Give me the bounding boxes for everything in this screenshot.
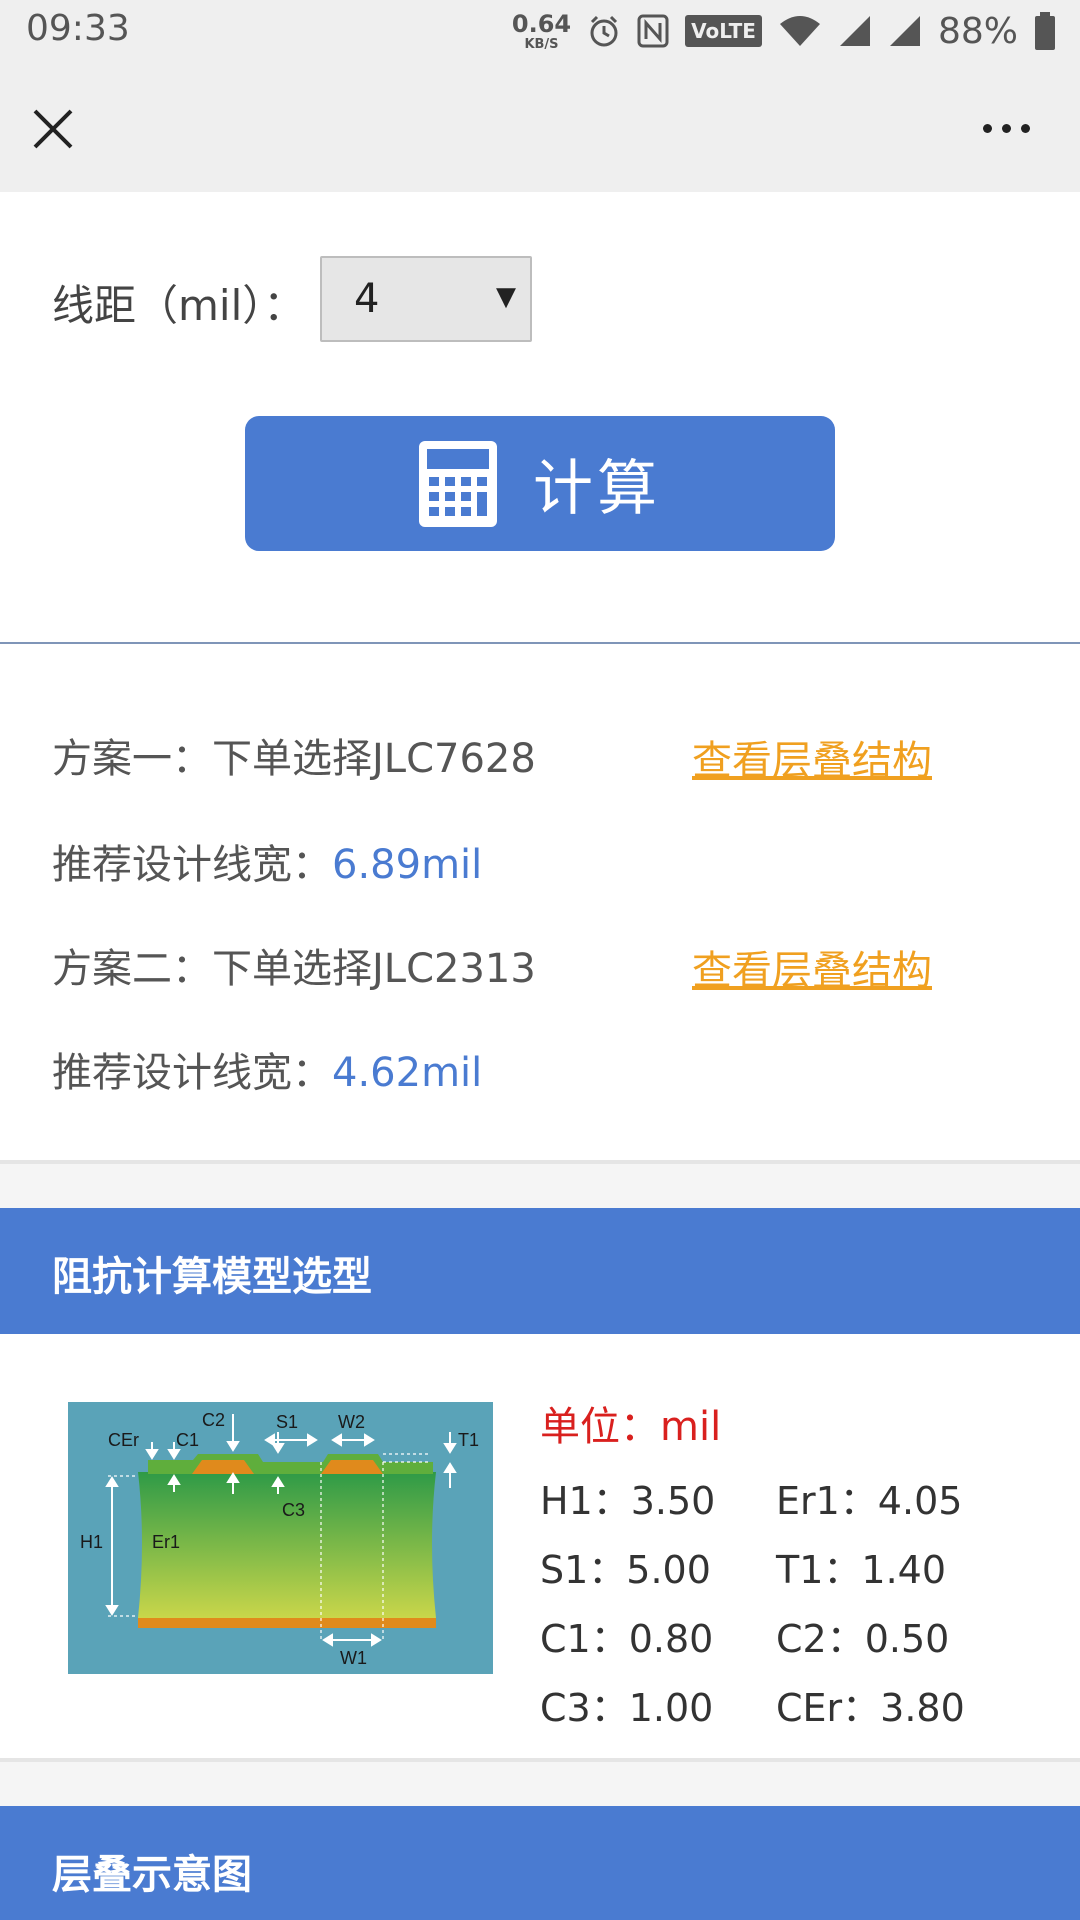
diagram-label-cer: CEr [108, 1430, 139, 1450]
diagram-label-er1: Er1 [152, 1532, 180, 1552]
spacing-select-value: 4 [354, 276, 380, 322]
calculate-label: 计算 [533, 454, 661, 524]
more-dot [1021, 124, 1030, 133]
model-params: 单位：mil H1：3.50 Er1：4.05 S1：5.00 T1：1.40 … [540, 1394, 1012, 1746]
diagram-label-c1: C1 [176, 1430, 199, 1450]
plan2-width: 推荐设计线宽：4.62mil [52, 1040, 482, 1098]
params-row: H1：3.50 Er1：4.05 [540, 1470, 1012, 1539]
model-section-title: 阻抗计算模型选型 [52, 1254, 372, 1300]
more-dot [1002, 124, 1011, 133]
battery-icon [1035, 12, 1055, 50]
network-speed-unit: KB/S [524, 36, 559, 52]
volte-badge: VoLTE [685, 15, 762, 47]
params-row: S1：5.00 T1：1.40 [540, 1539, 1012, 1608]
plan1-text: 方案一：下单选择JLC7628 [52, 736, 536, 782]
network-speed: 0.64 KB/S [512, 12, 571, 51]
section-separator [0, 1758, 1080, 1806]
param-c3: C3：1.00 [540, 1686, 714, 1730]
diagram-label-w2: W2 [338, 1412, 365, 1432]
dropdown-arrow-icon: ▼ [496, 282, 516, 312]
plan2-width-value: 4.62mil [332, 1050, 483, 1096]
plan2-width-label: 推荐设计线宽： [52, 1050, 332, 1096]
spacing-label: 线距（mil）： [52, 281, 306, 330]
diagram-label-h1: H1 [80, 1532, 103, 1552]
more-dots-icon[interactable] [983, 124, 1030, 133]
param-cer: CEr：3.80 [776, 1686, 965, 1730]
spacing-select[interactable]: 4 ▼ [320, 256, 532, 342]
stack-section-header: 层叠示意图 [0, 1806, 1080, 1920]
param-s1: S1：5.00 [540, 1548, 711, 1592]
calculate-button[interactable]: 计算 [245, 416, 835, 551]
diagram-label-c3: C3 [282, 1500, 305, 1520]
divider [0, 642, 1080, 644]
calculator-icon [419, 440, 497, 527]
params-row: C1：0.80 C2：0.50 [540, 1608, 1012, 1677]
model-section-header: 阻抗计算模型选型 [0, 1208, 1080, 1334]
alarm-icon [590, 15, 618, 47]
diagram-label-s1: S1 [276, 1412, 298, 1432]
param-h1: H1：3.50 [540, 1479, 716, 1523]
diagram-label-c2: C2 [202, 1410, 225, 1430]
param-c2: C2：0.50 [776, 1617, 950, 1661]
plan2-text: 方案二：下单选择JLC2313 [52, 946, 536, 992]
title-bar [0, 62, 1080, 192]
status-bar: 09:33 0.64 KB/S VoLTE 88% [0, 0, 1080, 62]
signal-icon-2 [889, 16, 920, 46]
plan1-width: 推荐设计线宽：6.89mil [52, 832, 482, 890]
params-table: H1：3.50 Er1：4.05 S1：5.00 T1：1.40 C1：0.80… [540, 1470, 1012, 1746]
nfc-icon [637, 14, 669, 48]
plan1-width-value: 6.89mil [332, 842, 483, 888]
diagram-label-t1: T1 [458, 1430, 479, 1450]
params-row: C3：1.00 CEr：3.80 [540, 1677, 1012, 1746]
stack-section-title: 层叠示意图 [52, 1852, 252, 1898]
plan1-width-label: 推荐设计线宽： [52, 842, 332, 888]
plan1-view-stack-link[interactable]: 查看层叠结构 [692, 728, 932, 786]
wifi-icon [779, 16, 820, 46]
signal-icon [839, 16, 870, 46]
unit-label: 单位：mil [540, 1404, 722, 1450]
more-dot [983, 124, 992, 133]
plan2-view-stack-link[interactable]: 查看层叠结构 [692, 938, 932, 996]
param-t1: T1：1.40 [776, 1548, 946, 1592]
status-icons: 0.64 KB/S VoLTE 88% [512, 6, 1056, 56]
param-er1: Er1：4.05 [776, 1479, 963, 1523]
status-time: 09:33 [26, 8, 130, 49]
battery-percent: 88% [937, 10, 1018, 52]
param-c1: C1：0.80 [540, 1617, 714, 1661]
network-speed-value: 0.64 [511, 9, 572, 38]
close-icon[interactable] [32, 108, 74, 150]
diagram-label-w1: W1 [340, 1648, 367, 1668]
impedance-model-diagram: C2 S1 W2 CEr C1 T1 C3 H1 Er1 W1 [68, 1402, 493, 1674]
section-separator [0, 1160, 1080, 1208]
